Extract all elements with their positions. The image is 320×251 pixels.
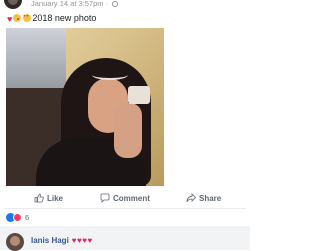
caption-text: 2018 new photo	[32, 13, 97, 23]
kissing-face-icon	[13, 14, 22, 22]
reaction-count[interactable]: 6	[25, 213, 29, 222]
actions-divider	[4, 208, 246, 209]
timestamp-separator: ·	[103, 0, 111, 8]
comment-button[interactable]: Comment	[100, 190, 150, 206]
like-button[interactable]: Like	[34, 190, 63, 206]
commenter-name[interactable]: Ianis Hagi	[31, 236, 69, 245]
heart-eyes-face-icon	[23, 14, 32, 22]
post-timestamp[interactable]: January 14 at 3:57pm ·	[31, 0, 119, 8]
post-photo[interactable]	[6, 28, 164, 186]
love-reaction-icon	[13, 212, 22, 222]
post-actions-bar: Like Comment Share	[0, 190, 250, 206]
like-label: Like	[47, 193, 64, 203]
comment-label: Comment	[113, 193, 150, 203]
comment-item: Ianis Hagi ♥♥♥♥	[0, 226, 250, 251]
commenter-avatar[interactable]	[6, 233, 24, 251]
photo-phone	[128, 86, 150, 104]
share-arrow-icon	[186, 193, 196, 203]
share-label: Share	[199, 193, 222, 203]
thumbs-up-icon	[34, 193, 44, 203]
post-header: January 14 at 3:57pm ·	[0, 0, 250, 12]
post-caption: ♥ 2018 new photo	[7, 13, 96, 24]
timestamp-text[interactable]: January 14 at 3:57pm	[31, 0, 104, 8]
photo-tiara	[92, 70, 128, 80]
photo-arm	[114, 103, 142, 158]
share-button[interactable]: Share	[186, 190, 221, 206]
red-heart-icon: ♥	[7, 14, 13, 24]
comment-content: Ianis Hagi ♥♥♥♥	[31, 236, 93, 246]
poster-avatar[interactable]	[4, 0, 22, 9]
comment-body: ♥♥♥♥	[71, 236, 93, 245]
reactions-summary[interactable]: 6	[6, 212, 29, 222]
globe-icon	[112, 1, 119, 8]
comment-bubble-icon	[100, 193, 110, 203]
